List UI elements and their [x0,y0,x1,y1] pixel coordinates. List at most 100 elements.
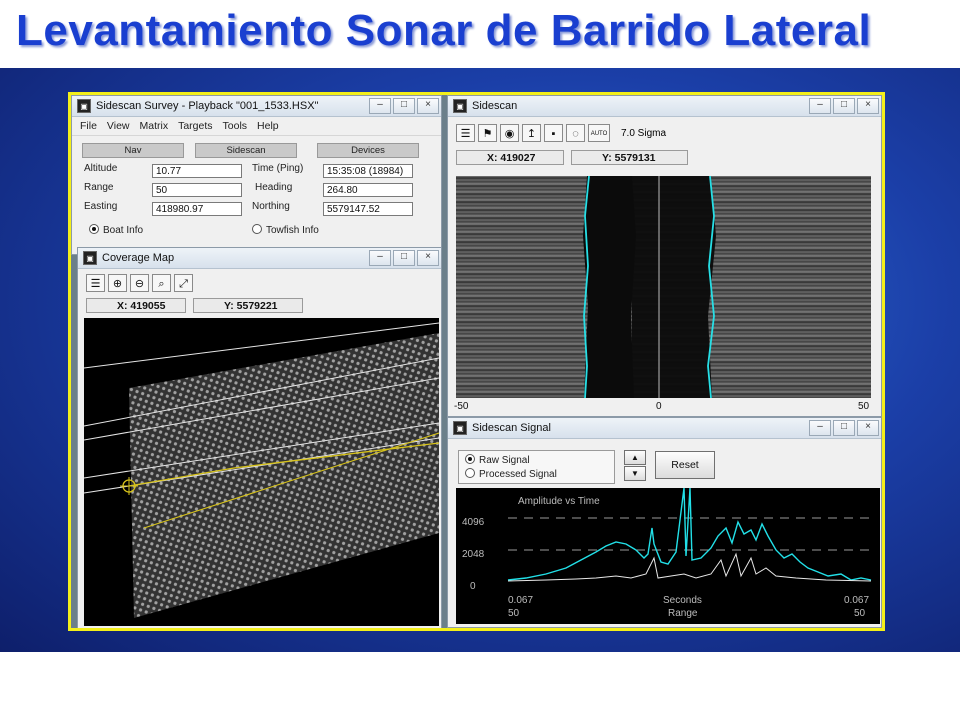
upload-icon[interactable]: ↥ [522,124,541,142]
menu-bar: File View Matrix Targets Tools Help [72,117,441,136]
menu-view[interactable]: View [107,120,130,132]
sidescan-waterfall[interactable] [456,176,871,398]
sidescan-titlebar[interactable]: ▣ Sidescan – □ × [448,96,881,117]
spin-down-button[interactable]: ▼ [624,466,646,481]
slide-title: Levantamiento Sonar de Barrido Lateral [16,6,872,55]
boat-info-label: Boat Info [103,225,144,236]
zoom-window-icon[interactable]: ⌕ [152,274,171,292]
sidescan-axis-right: 50 [858,401,870,412]
maximize-button[interactable]: □ [393,250,415,266]
y-tick-4096: 4096 [462,517,485,528]
tab-devices[interactable]: Devices [317,143,419,158]
sidescan-window-title: Sidescan [472,100,518,112]
menu-tools[interactable]: Tools [223,120,248,132]
eye-icon[interactable]: ◌ [566,124,585,142]
app-icon: ▣ [77,99,91,113]
signal-graph: Amplitude vs Time 4096 2048 0 0.067 50 S… [462,487,872,619]
range-label: Range [84,182,114,193]
sidescan-x-readout: X: 419027 [456,150,564,165]
radio-on-icon [89,224,99,234]
bottom-right-seconds: 0.067 [844,595,869,606]
tape-icon[interactable]: ▪ [544,124,563,142]
spin-up-button[interactable]: ▲ [624,450,646,465]
auto-icon[interactable]: AUTO [588,124,610,142]
seconds-label: Seconds [663,595,702,606]
menu-matrix[interactable]: Matrix [140,120,169,132]
app-icon: ▣ [453,99,467,113]
coverage-map-canvas[interactable] [84,318,439,626]
survey-window-title: Sidescan Survey - Playback "001_1533.HSX… [96,100,319,112]
camera-icon[interactable]: ◉ [500,124,519,142]
signal-window-title: Sidescan Signal [472,422,551,434]
radio-off-icon [252,224,262,234]
app-icon: ▣ [83,251,97,265]
processed-signal-trace [507,552,872,582]
radio-on-icon [465,454,475,464]
processed-signal-label: Processed Signal [479,469,557,480]
menu-targets[interactable]: Targets [178,120,212,132]
maximize-button[interactable]: □ [833,420,855,436]
sidescan-axis-center: 0 [656,401,662,412]
sidescan-window: ▣ Sidescan – □ × ☰ ⚑ ◉ ↥ ▪ ◌ AUTO 7.0 Si… [447,95,882,417]
coverage-window-title: Coverage Map [102,252,175,264]
altitude-label: Altitude [84,163,118,174]
tab-sidescan[interactable]: Sidescan [195,143,297,158]
reset-button[interactable]: Reset [655,451,715,479]
range-field[interactable]: 50 [152,183,242,197]
waterfall-overlay [583,176,716,398]
close-button[interactable]: × [417,98,439,114]
sidescan-axis-left: -50 [454,401,469,412]
menu-file[interactable]: File [80,120,97,132]
coverage-map-graphic [84,322,439,618]
minimize-button[interactable]: – [369,98,391,114]
processed-signal-radio[interactable]: Processed Signal [465,468,557,480]
minimize-button[interactable]: – [809,98,831,114]
flag-icon[interactable]: ⚑ [478,124,497,142]
range-label: Range [668,608,698,619]
bottom-left-seconds: 0.067 [508,595,533,606]
y-tick-0: 0 [470,581,476,592]
raw-signal-label: Raw Signal [479,455,530,466]
towfish-info-label: Towfish Info [266,225,319,236]
coverage-titlebar[interactable]: ▣ Coverage Map – □ × [78,248,441,269]
raw-signal-radio[interactable]: Raw Signal [465,454,530,466]
bottom-right-range: 50 [854,608,866,619]
close-button[interactable]: × [857,420,879,436]
close-button[interactable]: × [417,250,439,266]
plot-title: Amplitude vs Time [518,496,600,507]
northing-field[interactable]: 5579147.52 [323,202,413,216]
y-tick-2048: 2048 [462,549,485,560]
close-button[interactable]: × [857,98,879,114]
boat-info-radio[interactable]: Boat Info [89,224,143,236]
coverage-window: ▣ Coverage Map – □ × ☰ ⊕ ⊖ ⌕ ⤢ X: 419055… [77,247,442,628]
zoom-out-icon[interactable]: ⊖ [130,274,149,292]
time-ping-field[interactable]: 15:35:08 (18984) [323,164,413,178]
towfish-info-radio[interactable]: Towfish Info [252,224,319,236]
menu-help[interactable]: Help [257,120,279,132]
screenshot-desktop: ▣ Sidescan Survey - Playback "001_1533.H… [71,95,882,628]
app-icon: ▣ [453,421,467,435]
fit-extent-icon[interactable]: ⤢ [174,274,193,292]
slide-footer-area [0,652,960,720]
heading-field[interactable]: 264.80 [323,183,413,197]
signal-plot[interactable]: Amplitude vs Time 4096 2048 0 0.067 50 S… [456,487,880,624]
tab-nav[interactable]: Nav [82,143,184,158]
altitude-field[interactable]: 10.77 [152,164,242,178]
minimize-button[interactable]: – [809,420,831,436]
northing-label: Northing [252,201,290,212]
list-icon[interactable]: ☰ [86,274,105,292]
sidescan-y-readout: Y: 5579131 [571,150,688,165]
coverage-x-readout: X: 419055 [86,298,186,313]
maximize-button[interactable]: □ [833,98,855,114]
survey-window: ▣ Sidescan Survey - Playback "001_1533.H… [71,95,442,255]
survey-titlebar[interactable]: ▣ Sidescan Survey - Playback "001_1533.H… [72,96,441,117]
zoom-in-icon[interactable]: ⊕ [108,274,127,292]
radio-off-icon [465,468,475,478]
signal-mode-group: Raw Signal Processed Signal [458,450,615,484]
signal-titlebar[interactable]: ▣ Sidescan Signal – □ × [448,418,881,439]
sigma-label: 7.0 Sigma [621,127,667,139]
maximize-button[interactable]: □ [393,98,415,114]
list-icon[interactable]: ☰ [456,124,475,142]
minimize-button[interactable]: – [369,250,391,266]
easting-field[interactable]: 418980.97 [152,202,242,216]
